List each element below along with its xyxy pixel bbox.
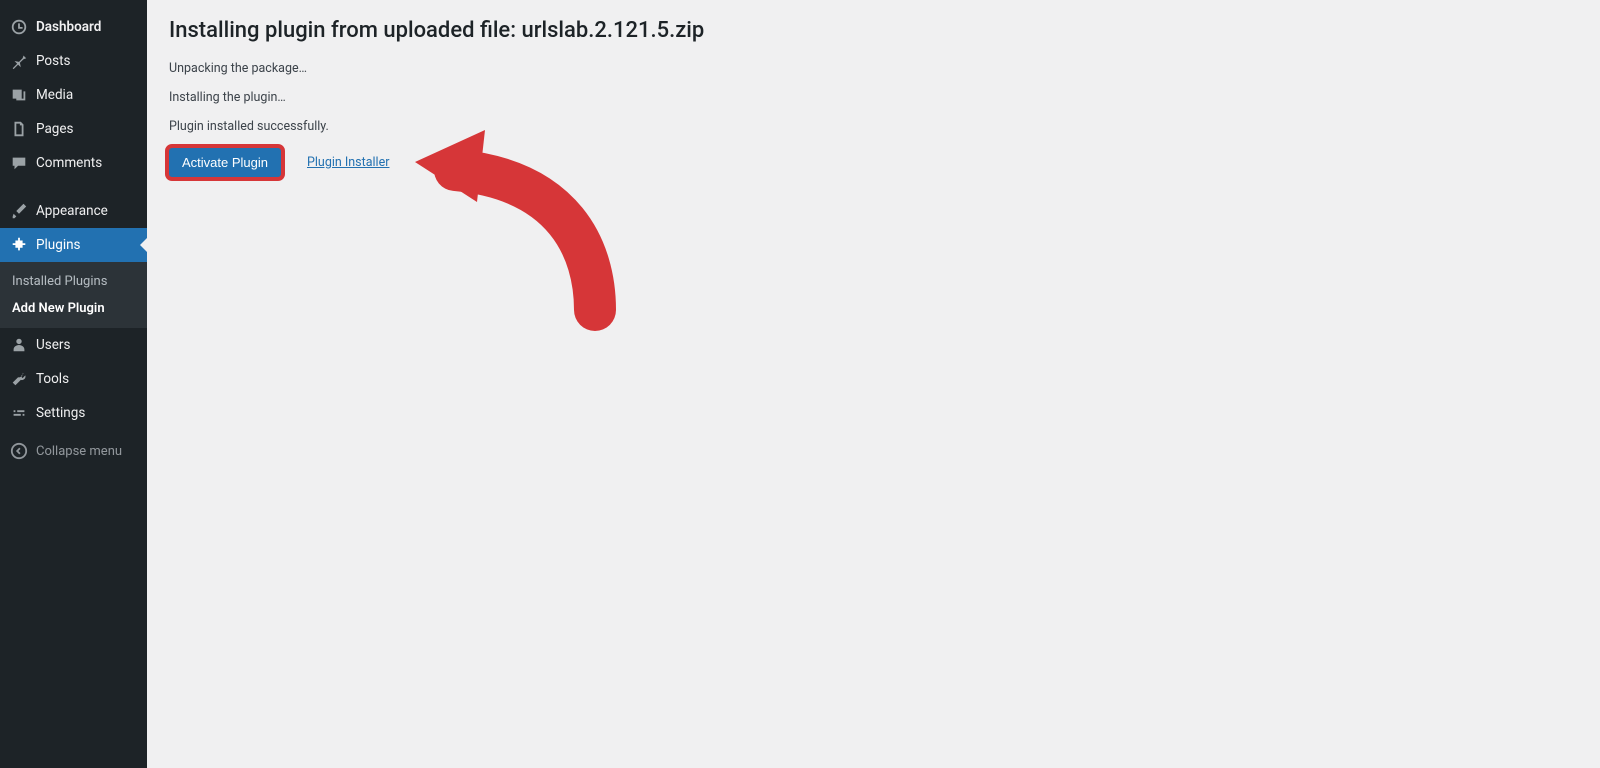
- sidebar-item-users[interactable]: Users: [0, 328, 147, 362]
- sidebar-collapse-menu[interactable]: Collapse menu: [0, 434, 147, 468]
- brush-icon: [10, 202, 28, 220]
- dashboard-icon: [10, 18, 28, 36]
- wrench-icon: [10, 370, 28, 388]
- sidebar-item-label: Posts: [36, 53, 137, 69]
- sidebar-item-settings[interactable]: Settings: [0, 396, 147, 430]
- plugin-actions: Activate Plugin Plugin Installer: [169, 148, 1578, 177]
- plugins-submenu: Installed Plugins Add New Plugin: [0, 262, 147, 328]
- comment-icon: [10, 154, 28, 172]
- page-icon: [10, 120, 28, 138]
- sidebar-item-label: Collapse menu: [36, 444, 137, 459]
- sidebar-item-label: Users: [36, 337, 137, 353]
- submenu-installed-plugins[interactable]: Installed Plugins: [0, 268, 147, 295]
- return-to-installer-link[interactable]: Plugin Installer: [307, 155, 389, 170]
- plugin-icon: [10, 236, 28, 254]
- sidebar-item-media[interactable]: Media: [0, 78, 147, 112]
- sidebar-item-plugins[interactable]: Plugins: [0, 228, 147, 262]
- sidebar-item-label: Dashboard: [36, 19, 137, 35]
- sidebar-item-label: Appearance: [36, 203, 137, 219]
- sidebar-item-comments[interactable]: Comments: [0, 146, 147, 180]
- status-success: Plugin installed successfully.: [169, 119, 1578, 134]
- admin-sidebar: Dashboard Posts Media Pages Comments App…: [0, 0, 147, 768]
- sidebar-item-label: Settings: [36, 405, 137, 421]
- sidebar-item-label: Plugins: [36, 237, 137, 253]
- page-title: Installing plugin from uploaded file: ur…: [169, 18, 1578, 43]
- submenu-add-new-plugin[interactable]: Add New Plugin: [0, 295, 147, 322]
- sidebar-item-label: Media: [36, 87, 137, 103]
- sidebar-item-appearance[interactable]: Appearance: [0, 194, 147, 228]
- sidebar-item-label: Tools: [36, 371, 137, 387]
- main-content: Installing plugin from uploaded file: ur…: [147, 0, 1600, 768]
- status-installing: Installing the plugin…: [169, 90, 1578, 105]
- sidebar-item-label: Pages: [36, 121, 137, 137]
- sidebar-item-label: Comments: [36, 155, 137, 171]
- user-icon: [10, 336, 28, 354]
- pin-icon: [10, 52, 28, 70]
- media-icon: [10, 86, 28, 104]
- settings-icon: [10, 404, 28, 422]
- sidebar-item-posts[interactable]: Posts: [0, 44, 147, 78]
- status-unpacking: Unpacking the package…: [169, 61, 1578, 76]
- sidebar-item-tools[interactable]: Tools: [0, 362, 147, 396]
- collapse-icon: [10, 442, 28, 460]
- activate-plugin-button[interactable]: Activate Plugin: [169, 148, 281, 177]
- sidebar-item-pages[interactable]: Pages: [0, 112, 147, 146]
- sidebar-item-dashboard[interactable]: Dashboard: [0, 10, 147, 44]
